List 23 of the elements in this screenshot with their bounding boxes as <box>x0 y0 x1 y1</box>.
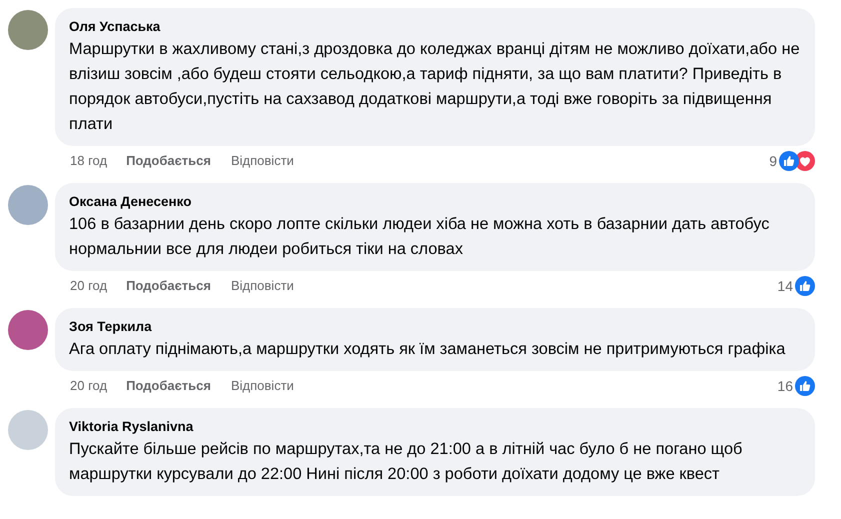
reaction-count[interactable]: 9 <box>769 150 777 172</box>
reaction-count[interactable]: 16 <box>777 376 793 396</box>
comment-text: Ага оплату піднімають,а маршрутки ходять як їм заманеться зовсім не притримуються графіка <box>69 339 786 360</box>
comment-text: Пускайте більше рейсів по маршрутах,та не до 21:00 а в літній час було б не погано щоб маршрутки курсували до 22:00 Нині після 20:00 з роботи доїхати додому це вже квест <box>69 439 744 485</box>
comment-text: 106 в базарнии день скоро лопте скільки людеи хіба не можна хоть в базарнии дать автобус нормальнии все для людеи робиться тіки на словах <box>69 214 770 260</box>
author-name[interactable]: Оксана Денесенко <box>69 193 801 211</box>
like-link[interactable]: Подобається <box>126 376 211 396</box>
author-name[interactable]: Viktoria Ryslanivna <box>69 418 801 436</box>
reaction-count[interactable]: 14 <box>777 276 793 296</box>
author-name[interactable]: Зоя Теркила <box>69 318 801 336</box>
avatar[interactable] <box>8 185 48 225</box>
comment-time[interactable]: 18 год <box>70 151 108 171</box>
reply-link[interactable]: Відповісти <box>230 151 294 171</box>
reply-link[interactable]: Відповісти <box>230 376 294 396</box>
like-link[interactable]: Подобається <box>126 276 211 296</box>
like-link[interactable]: Подобається <box>126 151 211 171</box>
author-name[interactable]: Оля Успаська <box>69 18 801 36</box>
reply-link[interactable]: Відповісти <box>230 276 294 296</box>
avatar[interactable] <box>8 10 48 50</box>
comment-text: Маршрутки в жахливому стані,з дроздовка до коледжах вранці дітям не можливо доїхати,або не влізиш зовсім ,або будеш стояти сельодкою,а тариф підняти, за що вам платити? Приведіть в порядок автобуси,пустіть на сахзавод додаткові маршрути,а тоді вже говоріть за підвищення плати <box>69 39 801 135</box>
comment-time[interactable]: 20 год <box>70 276 108 296</box>
comment-time[interactable]: 20 год <box>70 376 108 396</box>
avatar[interactable] <box>8 310 48 350</box>
